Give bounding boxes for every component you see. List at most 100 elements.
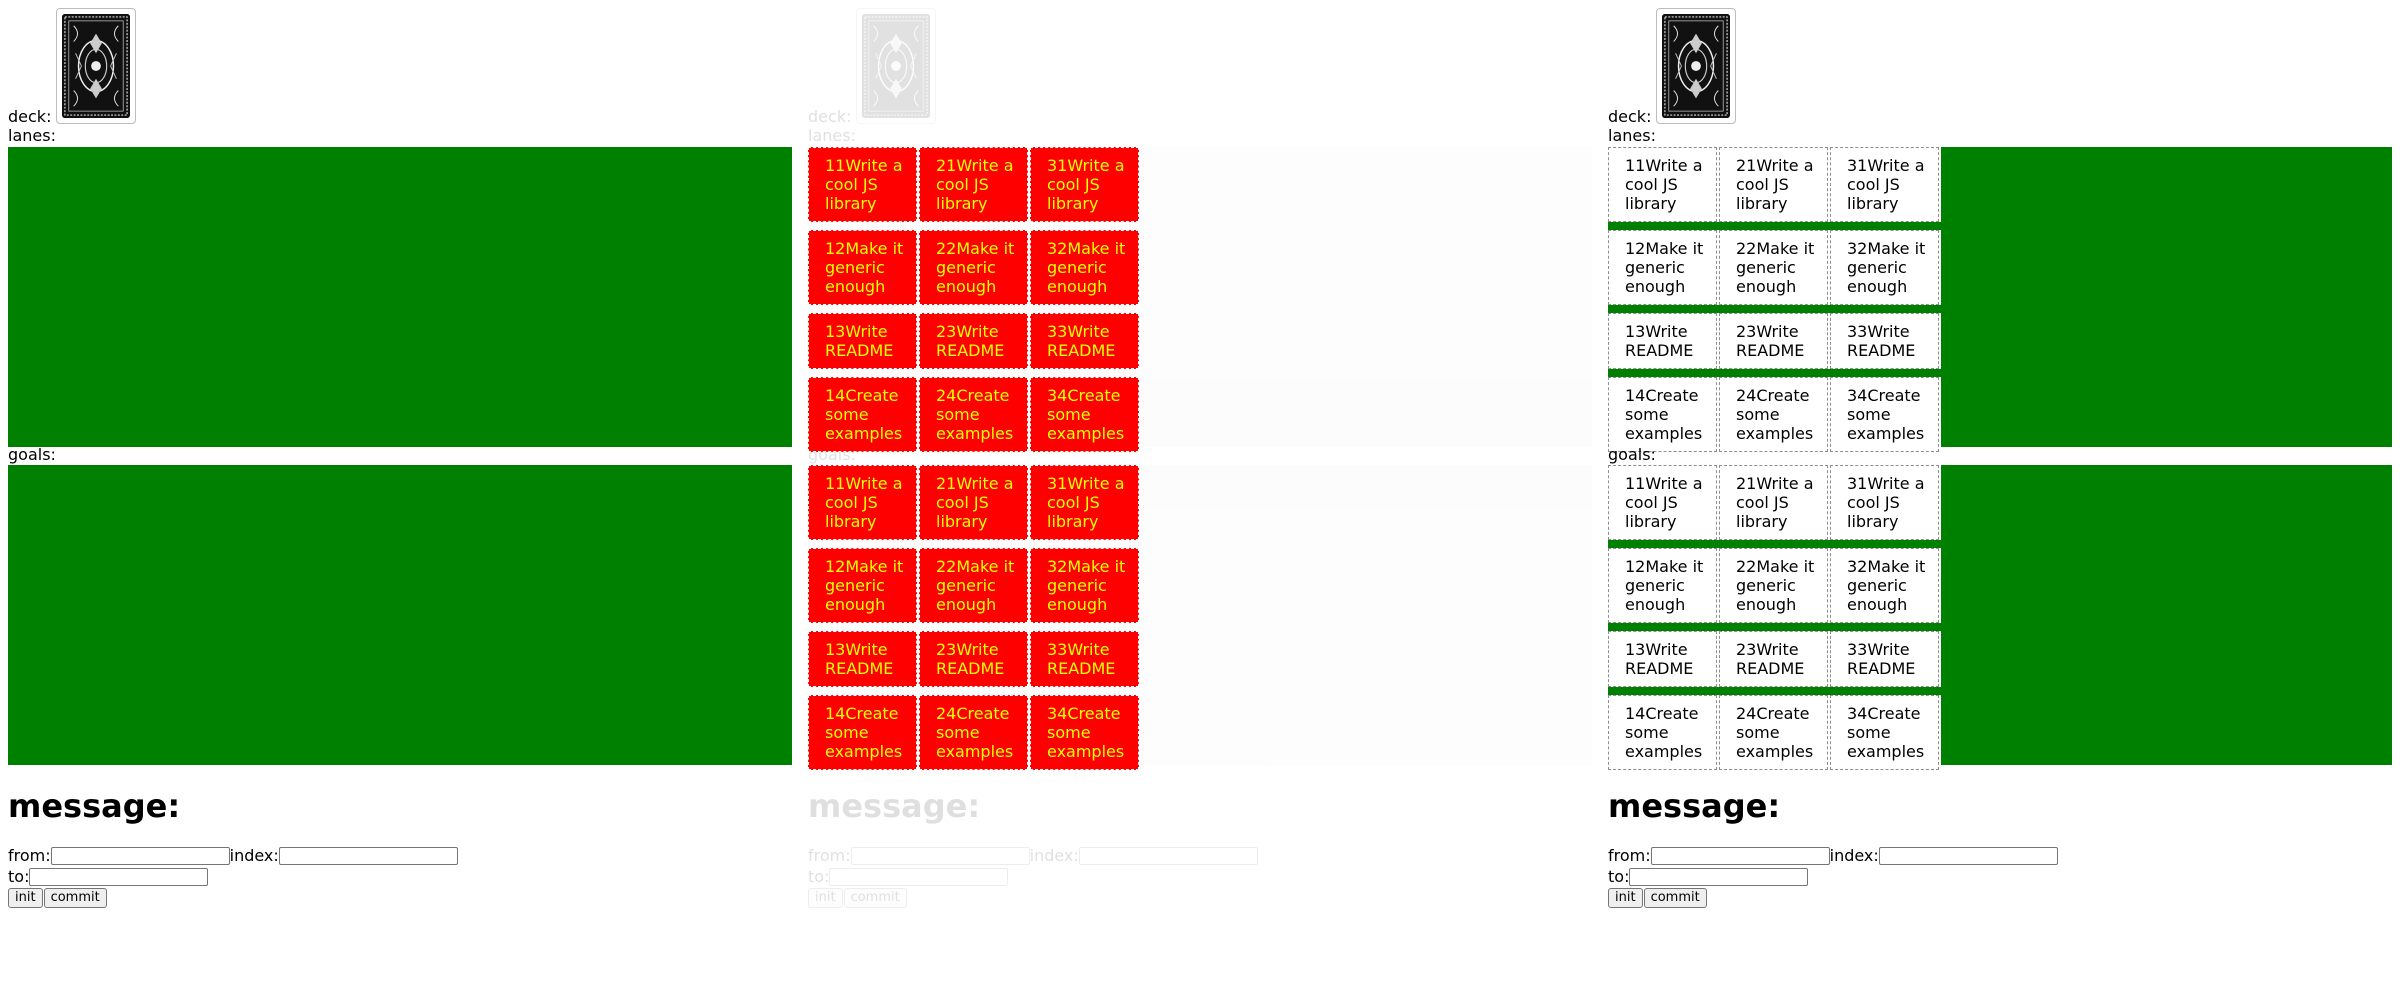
task-card[interactable]: 22Make it generic enough	[1719, 548, 1828, 623]
button-row: init commit	[8, 888, 108, 908]
board-panel-right: deck: lanes: 11Write a cool JS library 21…	[1608, 0, 2392, 1000]
lanes-label: lanes:	[808, 126, 856, 145]
lane-row: 12Make it generic enough 22Make it generi…	[1608, 548, 1941, 623]
to-input[interactable]	[29, 868, 209, 886]
message-heading: message:	[808, 787, 981, 825]
button-row: init commit	[808, 888, 908, 908]
to-row: to:	[808, 867, 1009, 887]
card-number: 24	[1736, 386, 1757, 405]
card-number: 14	[1625, 704, 1646, 723]
task-card[interactable]: 22Make it generic enough	[1719, 230, 1828, 305]
card-number: 23	[1736, 640, 1757, 659]
task-card[interactable]: 12Make it generic enough	[1608, 548, 1717, 623]
goals-area: 11Write a cool JS library 21Write a cool …	[1608, 465, 2392, 770]
card-number: 32	[1847, 239, 1868, 258]
to-input[interactable]	[1629, 868, 1809, 886]
lane-row: 14Create some examples 24Create some exam…	[1608, 695, 1941, 770]
commit-button[interactable]: commit	[43, 888, 107, 908]
button-row: init commit	[1608, 888, 1708, 908]
card-number: 13	[1625, 322, 1646, 341]
from-input[interactable]	[50, 847, 230, 865]
task-card[interactable]: 13Write README	[1608, 631, 1717, 687]
card-number: 24	[1736, 704, 1757, 723]
lanes-label: lanes:	[8, 126, 56, 145]
from-label: from:	[8, 846, 51, 865]
card-number: 31	[1847, 474, 1868, 493]
card-number: 32	[1847, 557, 1868, 576]
card-number: 12	[1625, 557, 1646, 576]
to-label: to:	[1608, 867, 1630, 886]
deck-card[interactable]	[1656, 8, 1736, 124]
index-input[interactable]	[1878, 847, 2058, 865]
init-button[interactable]: init	[8, 888, 43, 908]
lane-row: 11Write a cool JS library 21Write a cool …	[1608, 465, 1941, 540]
index-input[interactable]	[1078, 847, 1258, 865]
card-number: 13	[1625, 640, 1646, 659]
from-input[interactable]	[850, 847, 1030, 865]
task-card[interactable]: 24Create some examples	[1719, 377, 1828, 452]
to-label: to:	[808, 867, 830, 886]
card-number: 11	[1625, 474, 1646, 493]
lanes-label: lanes:	[1608, 126, 1656, 145]
card-number: 21	[1736, 156, 1757, 175]
goals-area	[808, 465, 1592, 765]
task-card[interactable]: 31Write a cool JS library	[1830, 147, 1939, 222]
task-card[interactable]: 13Write README	[1608, 313, 1717, 369]
deck-label: deck:	[8, 107, 52, 126]
task-card[interactable]: 14Create some examples	[1608, 377, 1717, 452]
from-index-row: from: index:	[1608, 846, 2058, 866]
from-index-row: from: index:	[8, 846, 458, 866]
to-input[interactable]	[829, 868, 1009, 886]
task-card[interactable]: 34Create some examples	[1830, 695, 1939, 770]
card-number: 12	[1625, 239, 1646, 258]
task-card[interactable]: 32Make it generic enough	[1830, 230, 1939, 305]
task-card[interactable]: 23Write README	[1719, 631, 1828, 687]
deck-card[interactable]	[856, 8, 936, 124]
to-row: to:	[1608, 867, 1809, 887]
goals-label: goals:	[1608, 445, 1656, 464]
card-number: 21	[1736, 474, 1757, 493]
index-label: index:	[229, 846, 279, 865]
commit-button[interactable]: commit	[843, 888, 907, 908]
index-label: index:	[1029, 846, 1079, 865]
deck-card[interactable]	[56, 8, 136, 124]
card-back-icon	[1662, 14, 1730, 118]
index-label: index:	[1829, 846, 1879, 865]
lanes-area: 11Write a cool JS library 21Write a cool …	[1608, 147, 2392, 452]
from-input[interactable]	[1650, 847, 1830, 865]
goals-label: goals:	[808, 445, 856, 464]
message-heading: message:	[1608, 787, 1781, 825]
task-card[interactable]: 21Write a cool JS library	[1719, 465, 1828, 540]
card-number: 23	[1736, 322, 1757, 341]
board-panel-middle: deck: lanes: goals: message: from: index…	[808, 0, 1592, 1000]
lanes-area	[8, 147, 792, 447]
lane-row: 14Create some examples 24Create some exam…	[1608, 377, 1941, 452]
deck-label: deck:	[1608, 107, 1652, 126]
lane-row: 13Write README 23Write README 33Write READ…	[1608, 631, 1941, 687]
task-card[interactable]: 33Write README	[1830, 631, 1939, 687]
card-back-icon	[62, 14, 130, 118]
board-panel-left: deck: lanes: goals: message: from: index…	[8, 0, 792, 1000]
card-number: 22	[1736, 239, 1757, 258]
goals-area	[8, 465, 792, 765]
task-card[interactable]: 21Write a cool JS library	[1719, 147, 1828, 222]
task-card[interactable]: 34Create some examples	[1830, 377, 1939, 452]
task-card[interactable]: 12Make it generic enough	[1608, 230, 1717, 305]
from-index-row: from: index:	[808, 846, 1258, 866]
card-number: 11	[1625, 156, 1646, 175]
init-button[interactable]: init	[808, 888, 843, 908]
deck-label: deck:	[808, 107, 852, 126]
init-button[interactable]: init	[1608, 888, 1643, 908]
lanes-area	[808, 147, 1592, 447]
lane-row: 11Write a cool JS library 21Write a cool …	[1608, 147, 1941, 222]
task-card[interactable]: 24Create some examples	[1719, 695, 1828, 770]
task-card[interactable]: 33Write README	[1830, 313, 1939, 369]
index-input[interactable]	[278, 847, 458, 865]
commit-button[interactable]: commit	[1643, 888, 1707, 908]
task-card[interactable]: 14Create some examples	[1608, 695, 1717, 770]
task-card[interactable]: 11Write a cool JS library	[1608, 465, 1717, 540]
task-card[interactable]: 31Write a cool JS library	[1830, 465, 1939, 540]
task-card[interactable]: 32Make it generic enough	[1830, 548, 1939, 623]
task-card[interactable]: 23Write README	[1719, 313, 1828, 369]
task-card[interactable]: 11Write a cool JS library	[1608, 147, 1717, 222]
